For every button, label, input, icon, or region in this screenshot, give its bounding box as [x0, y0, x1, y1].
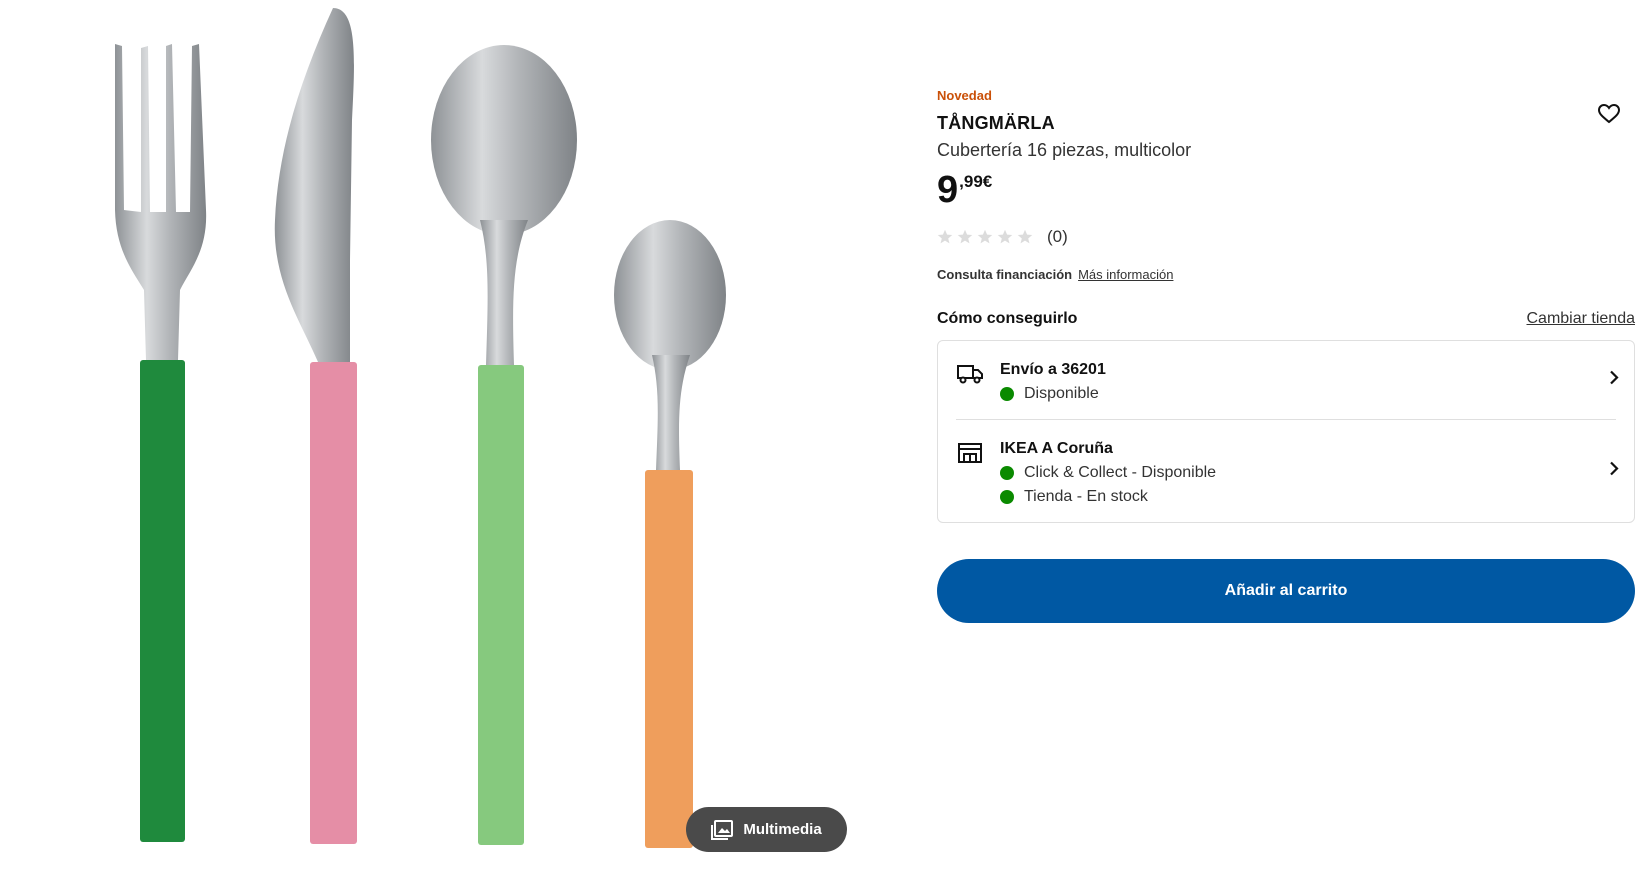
- fork: [115, 44, 207, 842]
- delivery-details: Envío a 36201 Disponible: [1000, 361, 1106, 403]
- click-collect-status-text: Click & Collect - Disponible: [1024, 464, 1217, 481]
- in-store-status-text: Tienda - En stock: [1024, 488, 1148, 505]
- add-to-cart-button[interactable]: Añadir al carrito: [937, 559, 1635, 623]
- price-decimal: ,99€: [959, 172, 993, 191]
- spoon: [431, 45, 577, 845]
- wishlist-button[interactable]: [1593, 98, 1625, 130]
- click-collect-status: Click & Collect - Disponible: [1000, 464, 1216, 482]
- delivery-title: Envío a 36201: [1000, 361, 1106, 378]
- rating[interactable]: (0): [937, 227, 1635, 247]
- delivery-status-text: Disponible: [1024, 385, 1099, 402]
- in-store-status: Tienda - En stock: [1000, 488, 1216, 506]
- delivery-option[interactable]: Envío a 36201 Disponible: [938, 341, 1634, 419]
- truck-icon: [956, 361, 984, 390]
- teaspoon-handle: [645, 470, 693, 848]
- fulfillment-options: Envío a 36201 Disponible IKEA A Coruña C…: [937, 340, 1635, 523]
- knife: [274, 8, 357, 844]
- multimedia-button[interactable]: Multimedia: [686, 807, 847, 852]
- star-icon: [957, 229, 973, 244]
- product-name[interactable]: TÅNGMÄRLA: [937, 113, 1635, 134]
- availability-dot: [1000, 466, 1014, 480]
- availability-dot: [1000, 387, 1014, 401]
- financing: Consulta financiación Más información: [937, 267, 1635, 282]
- new-badge: Novedad: [937, 88, 992, 103]
- fork-handle: [140, 360, 185, 842]
- rating-count: (0): [1047, 227, 1068, 246]
- change-store-link[interactable]: Cambiar tienda: [1527, 310, 1636, 328]
- star-icon: [1017, 229, 1033, 244]
- multimedia-label: Multimedia: [743, 821, 822, 838]
- star-icon: [977, 229, 993, 244]
- star-icon: [937, 229, 953, 244]
- product-image: [115, 8, 726, 848]
- chevron-right-icon: [1608, 370, 1620, 391]
- financing-more-info-link[interactable]: Más información: [1078, 267, 1173, 282]
- product-description: Cubertería 16 piezas, multicolor: [937, 140, 1192, 160]
- chevron-right-icon: [1608, 461, 1620, 482]
- product-price: 9 ,99€: [937, 171, 1635, 209]
- store-title: IKEA A Coruña: [1000, 440, 1113, 457]
- fulfillment-heading: Cómo conseguirlo: [937, 310, 1078, 327]
- delivery-status: Disponible: [1000, 385, 1106, 403]
- financing-label: Consulta financiación: [937, 267, 1073, 282]
- availability-dot: [1000, 490, 1014, 504]
- star-icon: [997, 229, 1013, 244]
- product-info-panel: Novedad TÅNGMÄRLA Cubertería 16 piezas, …: [937, 84, 1635, 623]
- teaspoon: [614, 220, 726, 848]
- store-option[interactable]: IKEA A Coruña Click & Collect - Disponib…: [956, 419, 1619, 522]
- spoon-handle: [478, 365, 524, 845]
- product-gallery[interactable]: Multimedia: [0, 0, 860, 884]
- fulfillment-header: Cómo conseguirlo Cambiar tienda: [937, 310, 1635, 328]
- price-integer: 9: [937, 169, 959, 211]
- knife-handle: [310, 362, 357, 844]
- gallery-icon: [711, 819, 734, 840]
- store-details: IKEA A Coruña Click & Collect - Disponib…: [1000, 440, 1216, 506]
- store-icon: [956, 440, 984, 469]
- wishlist-heart-icon: [1598, 104, 1620, 124]
